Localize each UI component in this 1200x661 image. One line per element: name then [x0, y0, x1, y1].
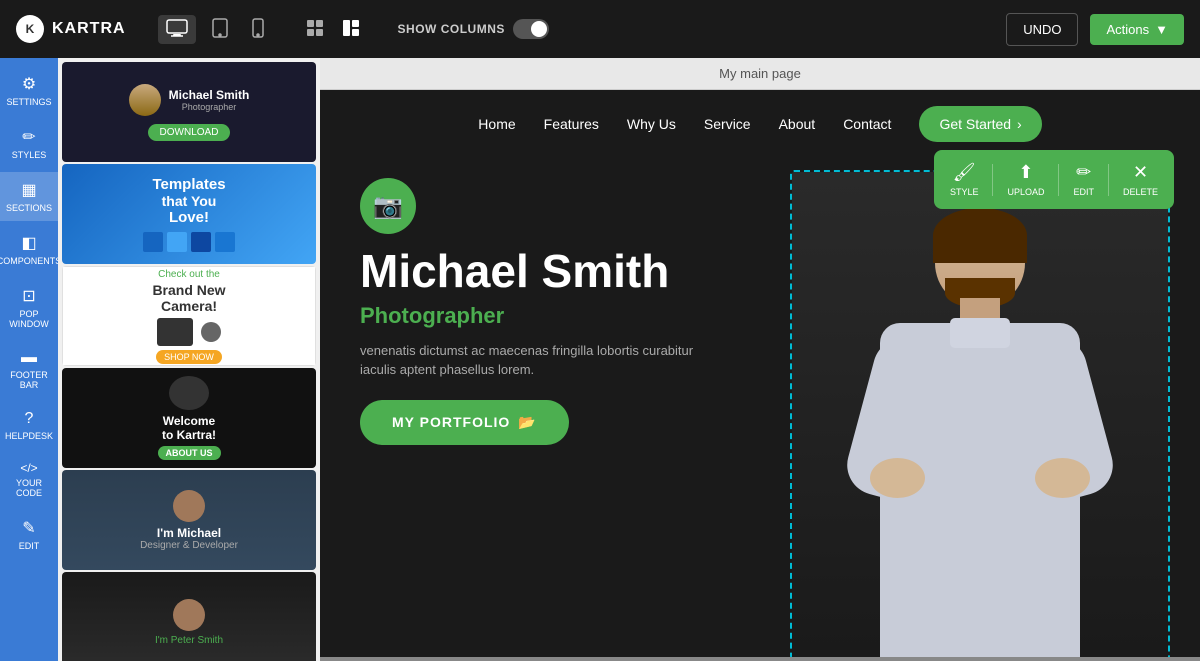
nav-link-features[interactable]: Features — [544, 116, 599, 132]
mobile-view-button[interactable] — [244, 14, 272, 45]
toggle-knob — [531, 21, 547, 37]
template-card-camera[interactable]: Check out the Brand New Camera! SHOP NOW — [62, 266, 316, 366]
logo-text: KARTRA — [52, 20, 126, 38]
canvas-area: My main page Home Features Why Us Servic… — [320, 58, 1200, 661]
code-icon: </> — [20, 461, 37, 475]
topbar: K KARTRA — [0, 0, 1200, 58]
page-tab[interactable]: My main page — [320, 58, 1200, 90]
popup-icon: ⊡ — [22, 286, 35, 306]
template-card-michael[interactable]: I'm Michael Designer & Developer — [62, 470, 316, 570]
toolbar-divider-1 — [992, 164, 993, 196]
tablet-view-button[interactable] — [204, 14, 236, 45]
sidebar-item-settings[interactable]: ⚙ SETTINGS — [0, 66, 58, 115]
grid-view-button[interactable] — [300, 15, 330, 44]
upload-tool-button[interactable]: ⬆ UPLOAD — [995, 156, 1056, 203]
floating-toolbar: 🖌 STYLE ⬆ UPLOAD ✏ EDIT ✕ DELETE — [934, 150, 1174, 209]
nav-link-home[interactable]: Home — [478, 116, 515, 132]
main-layout: ⚙ SETTINGS ✏ STYLES ▦ SECTIONS ◧ COMPONE… — [0, 58, 1200, 661]
nav-link-about[interactable]: About — [779, 116, 816, 132]
sidebar-item-components[interactable]: ◧ COMPONENTS — [0, 225, 58, 274]
sidebar-item-footer-bar[interactable]: ▬ FOOTER BAR — [0, 341, 58, 398]
sidebar-item-styles[interactable]: ✏ STYLES — [0, 119, 58, 168]
sidebar-item-helpdesk[interactable]: ? HELPDESK — [0, 402, 58, 449]
arrow-right-icon: › — [1017, 116, 1022, 132]
edit-pencil-icon: ✏ — [1076, 162, 1091, 183]
template-card-peter[interactable]: I'm Peter Smith — [62, 572, 316, 661]
help-icon: ? — [25, 410, 34, 428]
toolbar-divider-2 — [1058, 164, 1059, 196]
footer-icon: ▬ — [21, 349, 37, 367]
preview-nav: Home Features Why Us Service About Conta… — [320, 90, 1200, 158]
hero-description: venenatis dictumst ac maecenas fringilla… — [360, 341, 700, 380]
show-columns-control: SHOW COLUMNS — [398, 19, 549, 39]
desktop-view-button[interactable] — [158, 15, 196, 44]
toolbar-divider-3 — [1108, 164, 1109, 196]
grid-controls — [300, 15, 366, 44]
sidebar-item-sections[interactable]: ▦ SECTIONS — [0, 172, 58, 221]
edit-icon: ✎ — [22, 518, 35, 538]
nav-link-why-us[interactable]: Why Us — [627, 116, 676, 132]
template-card-templates[interactable]: Templates that You Love! — [62, 164, 316, 264]
chevron-down-icon: ▼ — [1155, 22, 1168, 37]
portfolio-button[interactable]: MY PORTFOLIO 📂 — [360, 400, 569, 445]
components-icon: ◧ — [21, 233, 36, 253]
upload-icon: ⬆ — [1018, 162, 1033, 183]
website-preview: Home Features Why Us Service About Conta… — [320, 90, 1200, 657]
device-switcher — [158, 14, 272, 45]
template-card-kartra[interactable]: Welcome to Kartra! ABOUT US — [62, 368, 316, 468]
delete-x-icon: ✕ — [1133, 162, 1148, 183]
style-tool-button[interactable]: 🖌 STYLE — [938, 156, 991, 203]
logo-icon: K — [16, 15, 44, 43]
camera-icon: 📷 — [373, 192, 403, 221]
person-photo — [792, 172, 1168, 657]
nav-cta-button[interactable]: Get Started › — [919, 106, 1041, 142]
template-card-photographer[interactable]: Michael Smith Photographer DOWNLOAD — [62, 62, 316, 162]
undo-button[interactable]: UNDO — [1006, 13, 1078, 46]
actions-button[interactable]: Actions ▼ — [1090, 14, 1184, 45]
layout-view-button[interactable] — [336, 15, 366, 44]
show-columns-label: SHOW COLUMNS — [398, 22, 505, 36]
nav-link-contact[interactable]: Contact — [843, 116, 891, 132]
sidebar-item-your-code[interactable]: </> YOUR CODE — [0, 453, 58, 506]
folder-icon: 📂 — [518, 414, 536, 431]
nav-link-service[interactable]: Service — [704, 116, 751, 132]
styles-icon: ✏ — [22, 127, 35, 147]
sections-icon: ▦ — [21, 180, 36, 200]
paintbrush-icon: 🖌 — [953, 162, 976, 183]
template-panel: Michael Smith Photographer DOWNLOAD Temp… — [58, 58, 320, 661]
delete-tool-button[interactable]: ✕ DELETE — [1111, 156, 1170, 203]
edit-tool-button[interactable]: ✏ EDIT — [1061, 156, 1106, 203]
hero-icon: 📷 — [360, 178, 416, 234]
sidebar-item-edit[interactable]: ✎ EDIT — [0, 510, 58, 559]
show-columns-toggle[interactable] — [513, 19, 549, 39]
selected-image-region[interactable] — [790, 170, 1170, 657]
template-cta-btn: DOWNLOAD — [148, 124, 231, 141]
logo-area: K KARTRA — [16, 15, 126, 43]
left-sidebar: ⚙ SETTINGS ✏ STYLES ▦ SECTIONS ◧ COMPONE… — [0, 58, 58, 661]
sidebar-item-pop-window[interactable]: ⊡ POP WINDOW — [0, 278, 58, 337]
gear-icon: ⚙ — [22, 74, 36, 94]
